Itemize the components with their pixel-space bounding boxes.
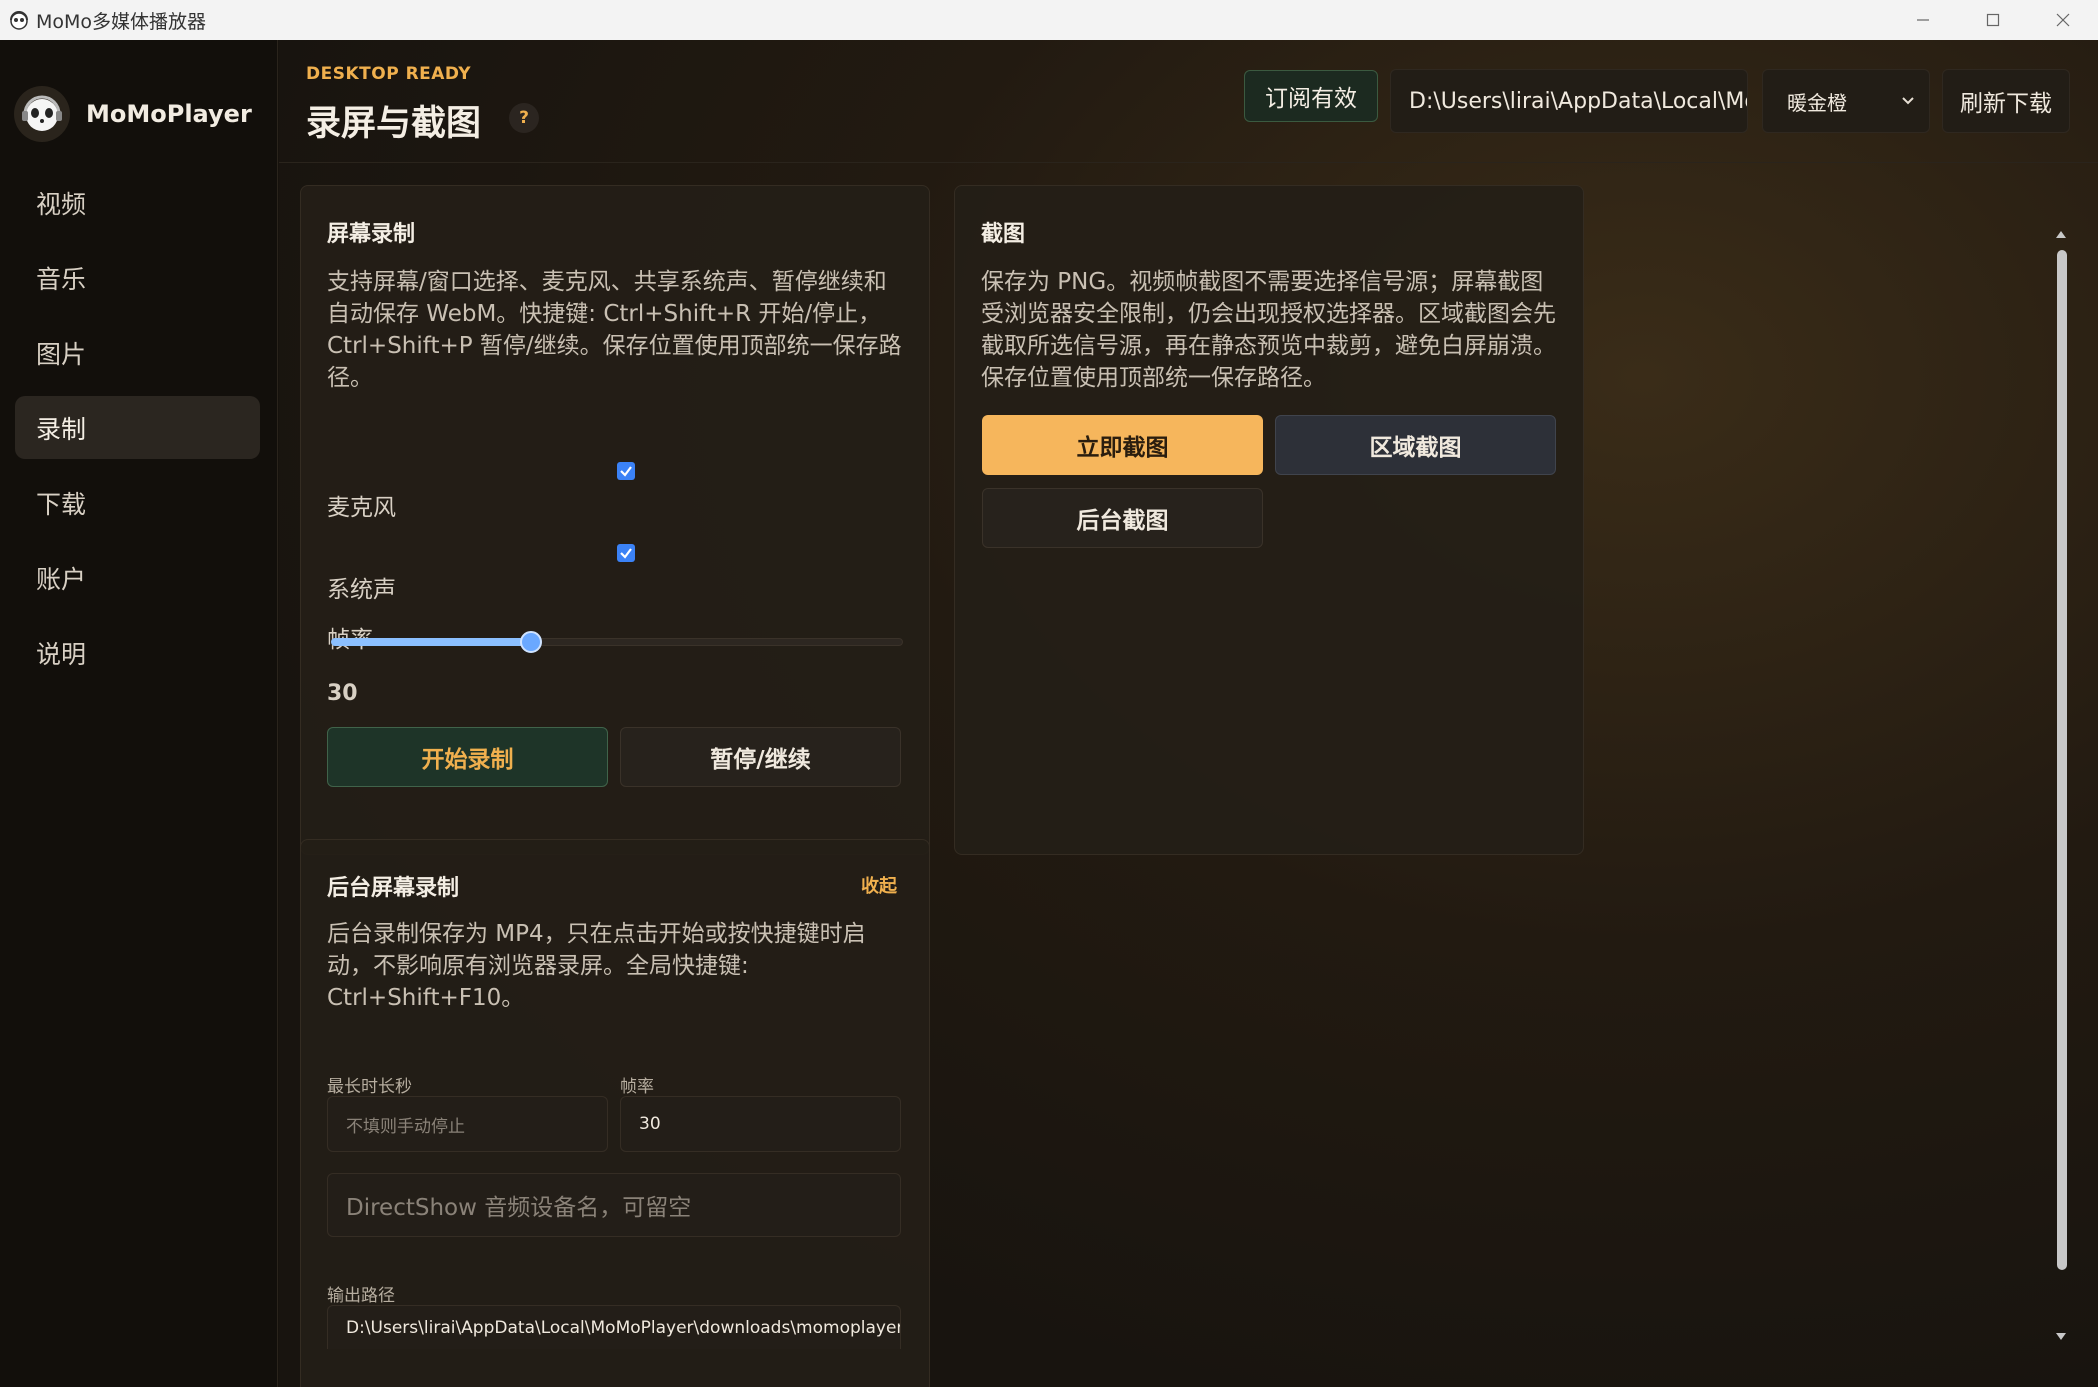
- background-record-title: 后台屏幕录制: [327, 876, 460, 901]
- max-duration-label: 最长时长秒: [327, 1077, 412, 1097]
- sidebar-item-help[interactable]: 说明: [15, 621, 260, 684]
- sidebar-item-music[interactable]: 音乐: [15, 246, 260, 309]
- screenshot-card: 截图 保存为 PNG。视频帧截图不需要选择信号源；屏幕截图受浏览器安全限制，仍会…: [954, 185, 1584, 855]
- subscription-status-badge: 订阅有效: [1244, 70, 1378, 122]
- fps-value: 30: [327, 681, 358, 706]
- maximize-icon[interactable]: [1958, 0, 2028, 40]
- max-duration-input[interactable]: 不填则手动停止: [327, 1096, 608, 1152]
- sidebar-item-download[interactable]: 下载: [15, 471, 260, 534]
- screenshot-title: 截图: [981, 222, 1026, 247]
- screen-record-description: 支持屏幕/窗口选择、麦克风、共享系统声、暂停继续和自动保存 WebM。快捷键: …: [327, 269, 902, 391]
- scroll-down-icon[interactable]: [2054, 1330, 2068, 1342]
- bg-fps-input[interactable]: 30: [620, 1096, 901, 1152]
- theme-select-value: 暖金橙: [1787, 90, 1847, 115]
- brand-name: MoMoPlayer: [86, 100, 252, 128]
- sidebar-item-pictures[interactable]: 图片: [15, 321, 260, 384]
- capture-now-button[interactable]: 立即截图: [982, 415, 1263, 475]
- minimize-icon[interactable]: [1888, 0, 1958, 40]
- fps-slider-fill: [331, 638, 532, 646]
- bg-fps-label: 帧率: [620, 1077, 654, 1097]
- background-record-card: 后台屏幕录制 收起 后台录制保存为 MP4，只在点击开始或按快捷键时启动，不影响…: [300, 839, 930, 1387]
- scrollbar-thumb[interactable]: [2057, 250, 2067, 1270]
- region-capture-button[interactable]: 区域截图: [1275, 415, 1556, 475]
- sidebar-item-record[interactable]: 录制: [15, 396, 260, 459]
- window-controls: [1888, 0, 2098, 40]
- main-scrollbar[interactable]: [2054, 180, 2068, 1346]
- system-audio-checkbox[interactable]: [617, 544, 635, 562]
- page-eyebrow: DESKTOP READY: [306, 64, 472, 84]
- fps-label: 帧率: [327, 620, 373, 654]
- background-capture-button[interactable]: 后台截图: [982, 488, 1263, 548]
- check-icon: [620, 548, 632, 559]
- output-path-label: 输出路径: [327, 1286, 395, 1306]
- screen-record-title: 屏幕录制: [327, 222, 416, 247]
- save-path-field[interactable]: D:\Users\lirai\AppData\Local\MoMoPlayer\…: [1390, 69, 1748, 133]
- close-icon[interactable]: [2028, 0, 2098, 40]
- theme-select[interactable]: 暖金橙: [1762, 69, 1930, 133]
- window-titlebar: MoMo多媒体播放器: [0, 0, 2098, 40]
- chevron-down-icon: [1902, 97, 1914, 105]
- screenshot-description: 保存为 PNG。视频帧截图不需要选择信号源；屏幕截图受浏览器安全限制，仍会出现授…: [981, 269, 1556, 391]
- page-title: 录屏与截图: [306, 104, 482, 144]
- scroll-up-icon[interactable]: [2054, 228, 2068, 240]
- refresh-downloads-button[interactable]: 刷新下载: [1942, 69, 2070, 133]
- check-icon: [620, 466, 632, 477]
- window-title: MoMo多媒体播放器: [36, 10, 207, 33]
- page-header: DESKTOP READY 录屏与截图 ? 订阅有效 D:\Users\lira…: [279, 40, 2098, 163]
- mic-checkbox[interactable]: [617, 462, 635, 480]
- screen-record-card: 屏幕录制 支持屏幕/窗口选择、麦克风、共享系统声、暂停继续和自动保存 WebM。…: [300, 185, 930, 855]
- main-content: DESKTOP READY 录屏与截图 ? 订阅有效 D:\Users\lira…: [279, 40, 2098, 1387]
- start-recording-button[interactable]: 开始录制: [327, 727, 608, 787]
- help-icon[interactable]: ?: [509, 103, 539, 133]
- mic-label: 麦克风: [327, 495, 396, 521]
- background-record-description: 后台录制保存为 MP4，只在点击开始或按快捷键时启动，不影响原有浏览器录屏。全局…: [327, 921, 866, 1011]
- sidebar: MoMoPlayer 视频 音乐 图片 录制 下载 账户 说明: [0, 40, 278, 1387]
- fps-slider-thumb[interactable]: [520, 631, 543, 653]
- output-path-input[interactable]: D:\Users\lirai\AppData\Local\MoMoPlayer\…: [327, 1305, 901, 1349]
- panda-logo-icon: [14, 86, 70, 142]
- audio-device-input[interactable]: DirectShow 音频设备名，可留空: [327, 1173, 901, 1237]
- brand: MoMoPlayer: [14, 86, 252, 142]
- sidebar-item-account[interactable]: 账户: [15, 546, 260, 609]
- sidebar-nav: 视频 音乐 图片 录制 下载 账户 说明: [15, 171, 260, 696]
- sidebar-item-video[interactable]: 视频: [15, 171, 260, 234]
- panda-headphone-icon: [10, 11, 28, 30]
- system-audio-label: 系统声: [327, 577, 396, 603]
- collapse-link[interactable]: 收起: [861, 872, 897, 898]
- pause-resume-button[interactable]: 暂停/继续: [620, 727, 901, 787]
